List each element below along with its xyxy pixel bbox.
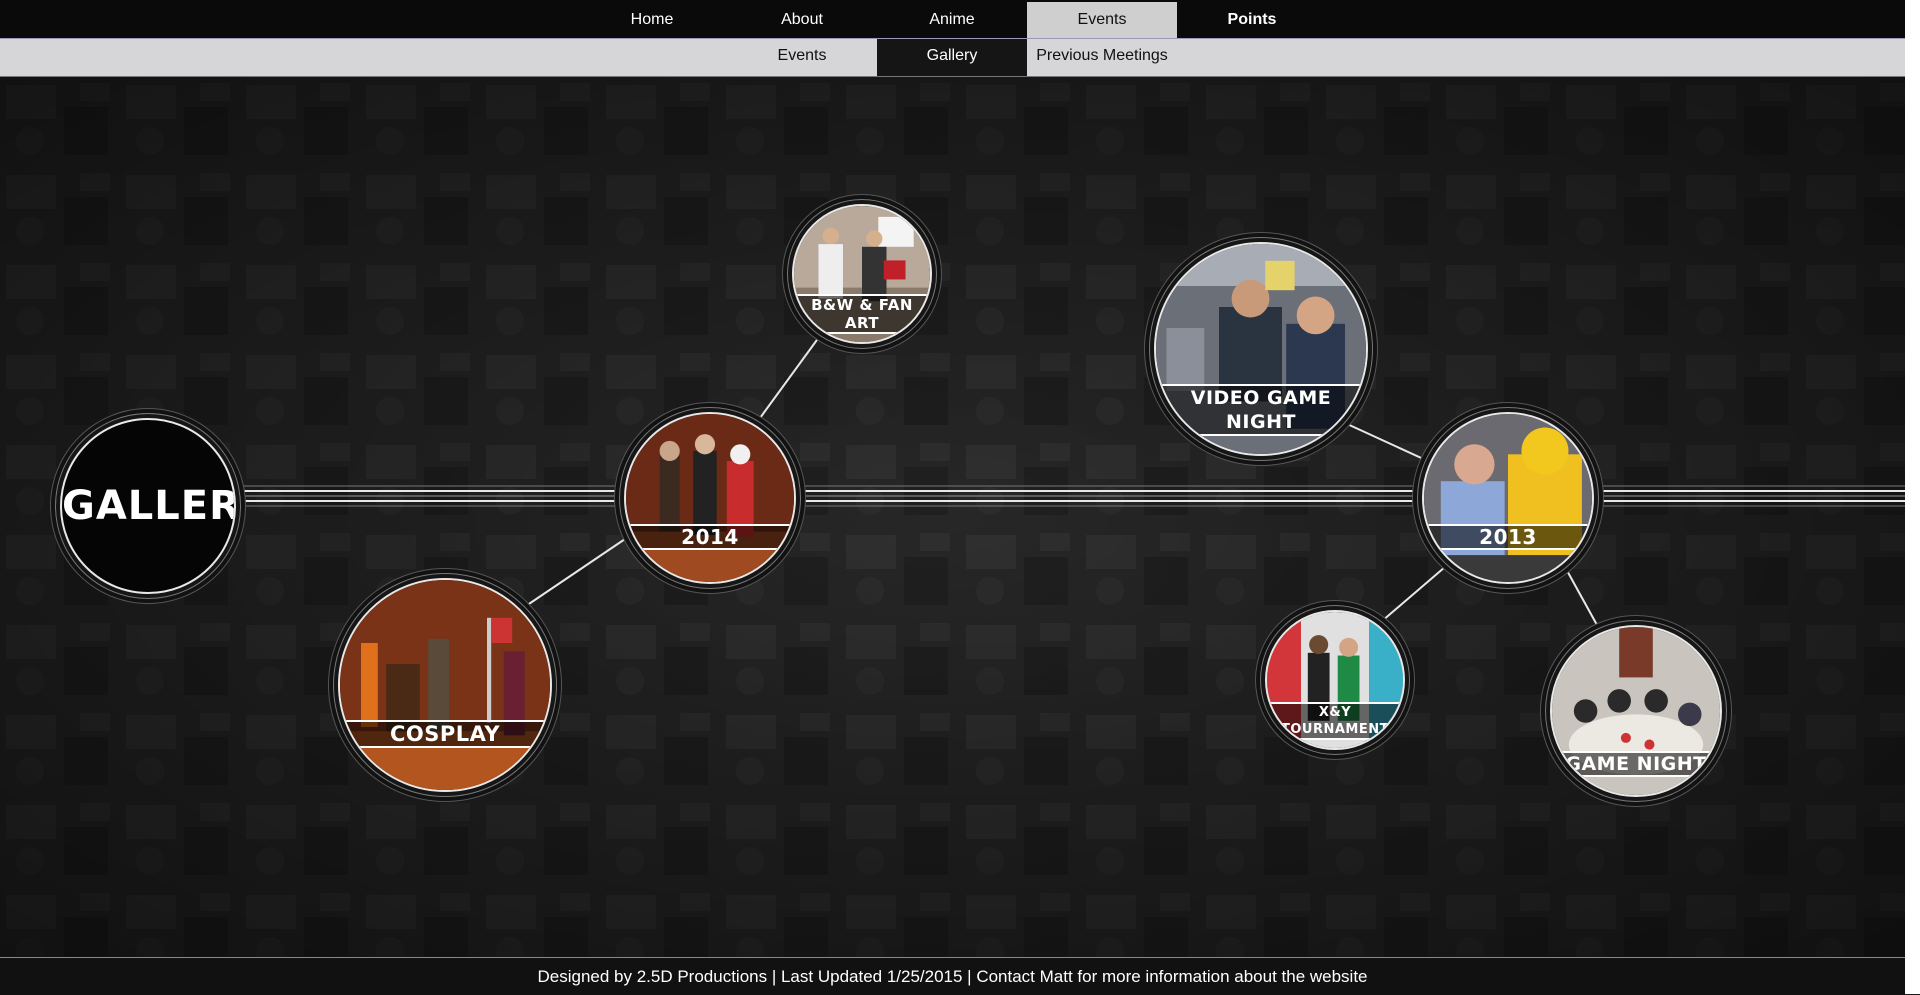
page-right-edge bbox=[1905, 0, 1920, 994]
bubble-game-night-caption: GAME NIGHT bbox=[1552, 751, 1720, 777]
nav-anime[interactable]: Anime bbox=[877, 2, 1027, 38]
bubble-xy-tournament-caption: X&Y TOURNAMENT bbox=[1267, 702, 1403, 740]
nav-points[interactable]: Points bbox=[1177, 2, 1327, 38]
gallery-title: GALLERY bbox=[62, 483, 236, 529]
nav-home[interactable]: Home bbox=[577, 2, 727, 38]
bubble-2014[interactable]: 2014 bbox=[624, 412, 796, 584]
bubble-video-game-night-caption: VIDEO GAME NIGHT bbox=[1156, 384, 1366, 436]
bubble-2014-caption: 2014 bbox=[626, 524, 794, 550]
sub-nav: Events Gallery Previous Meetings bbox=[0, 39, 1905, 77]
bubble-game-night[interactable]: GAME NIGHT bbox=[1550, 625, 1722, 797]
nav-events[interactable]: Events bbox=[1027, 2, 1177, 38]
photo-pikachu-hoodie-icon bbox=[1424, 414, 1592, 582]
bubble-2013[interactable]: 2013 bbox=[1422, 412, 1594, 584]
bubble-video-game-night[interactable]: VIDEO GAME NIGHT bbox=[1154, 242, 1368, 456]
bubble-cosplay-caption: COSPLAY bbox=[340, 720, 550, 748]
nav-about[interactable]: About bbox=[727, 2, 877, 38]
subnav-events[interactable]: Events bbox=[727, 39, 877, 76]
bubble-2013-caption: 2013 bbox=[1424, 524, 1592, 550]
bubble-bw-fanart-caption: B&W & FAN ART bbox=[794, 294, 930, 334]
bubble-xy-tournament[interactable]: X&Y TOURNAMENT bbox=[1265, 610, 1405, 750]
background-collage bbox=[0, 77, 1905, 957]
main-nav: Home About Anime Events Points bbox=[0, 0, 1905, 39]
subnav-gallery[interactable]: Gallery bbox=[877, 39, 1027, 76]
bubble-bw-fanart[interactable]: B&W & FAN ART bbox=[792, 204, 932, 344]
gallery-background: GALLERY 2014 B&W & FAN ART bbox=[0, 77, 1905, 957]
gallery-title-bubble: GALLERY bbox=[60, 418, 236, 594]
subnav-previous-meetings[interactable]: Previous Meetings bbox=[1027, 39, 1177, 76]
photo-costumes-icon bbox=[626, 414, 794, 582]
photo-cosplay-stage-icon bbox=[340, 580, 550, 790]
bubble-cosplay[interactable]: COSPLAY bbox=[338, 578, 552, 792]
footer: Designed by 2.5D Productions | Last Upda… bbox=[0, 957, 1905, 995]
